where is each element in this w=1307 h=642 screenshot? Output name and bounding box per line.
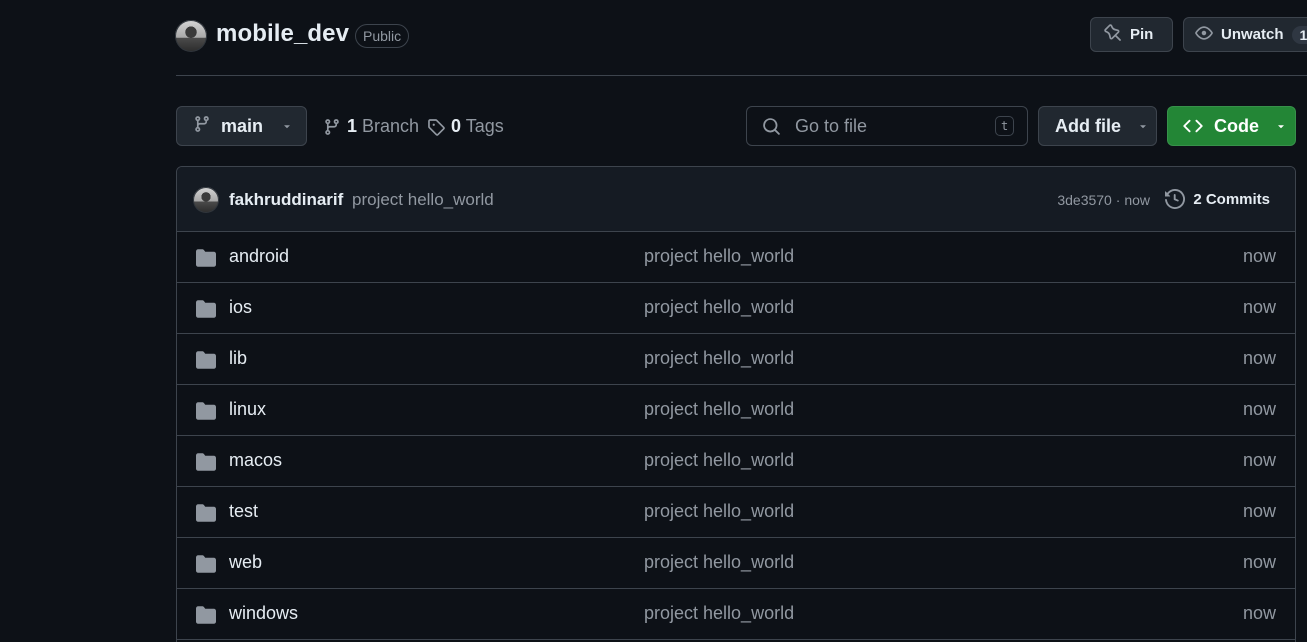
file-commit-message[interactable]: project hello_world (644, 297, 794, 318)
file-name[interactable]: test (229, 501, 258, 522)
branch-selector[interactable]: main (176, 106, 307, 146)
latest-commit-bar: fakhruddinarif project hello_world 3de35… (177, 167, 1295, 232)
file-name[interactable]: android (229, 246, 289, 267)
search-icon (762, 117, 781, 136)
file-commit-message[interactable]: project hello_world (644, 246, 794, 267)
file-name[interactable]: ios (229, 297, 252, 318)
file-table: fakhruddinarif project hello_world 3de35… (176, 166, 1296, 642)
file-commit-time: now (1242, 297, 1276, 317)
owner-avatar[interactable] (175, 20, 207, 52)
file-commit-time: now (1242, 246, 1276, 266)
history-icon (1165, 189, 1186, 209)
folder-icon (196, 350, 216, 375)
tags-link[interactable]: 0 Tags (427, 116, 504, 137)
folder-icon (196, 299, 216, 324)
branches-count: 1 (347, 116, 358, 136)
repo-name[interactable]: mobile_dev (216, 20, 349, 48)
commit-author[interactable]: fakhruddinarif (229, 190, 343, 210)
search-shortcut-key: t (995, 116, 1015, 136)
folder-icon (196, 503, 216, 528)
pin-button[interactable]: Pin (1090, 17, 1173, 52)
file-commit-message[interactable]: project hello_world (644, 450, 794, 471)
git-branch-icon (193, 115, 211, 138)
file-commit-time: now (1242, 399, 1276, 419)
file-commit-time: now (1242, 348, 1276, 368)
code-label: Code (1214, 115, 1259, 136)
folder-icon (196, 248, 216, 273)
eye-icon (1195, 24, 1213, 46)
unwatch-button[interactable]: Unwatch 1 (1183, 17, 1307, 52)
author-avatar[interactable] (193, 187, 219, 213)
pin-icon (1104, 23, 1122, 46)
file-commit-message[interactable]: project hello_world (644, 552, 794, 573)
folder-icon (196, 554, 216, 579)
table-row[interactable]: test project hello_world now (177, 487, 1295, 538)
table-row[interactable]: ios project hello_world now (177, 283, 1295, 334)
file-commit-time: now (1242, 603, 1276, 623)
file-commit-message[interactable]: project hello_world (644, 501, 794, 522)
caret-down-icon (1275, 120, 1287, 132)
table-row[interactable]: macos project hello_world now (177, 436, 1295, 487)
file-name[interactable]: lib (229, 348, 247, 369)
file-commit-message[interactable]: project hello_world (644, 399, 794, 420)
tags-count: 0 (451, 116, 462, 136)
file-commit-time: now (1242, 552, 1276, 572)
code-icon (1183, 116, 1203, 136)
commit-sha[interactable]: 3de3570 (1057, 192, 1112, 208)
unwatch-label: Unwatch (1221, 26, 1284, 43)
file-name[interactable]: web (229, 552, 262, 573)
commits-history-link[interactable]: 2 Commits (1165, 189, 1270, 209)
add-file-button[interactable]: Add file (1038, 106, 1157, 146)
commit-message[interactable]: project hello_world (352, 190, 494, 210)
watch-count: 1 (1291, 25, 1307, 44)
folder-icon (196, 452, 216, 477)
table-row[interactable]: android project hello_world now (177, 232, 1295, 283)
file-commit-time: now (1242, 501, 1276, 521)
branches-label: Branch (362, 116, 420, 136)
table-row[interactable]: lib project hello_world now (177, 334, 1295, 385)
file-commit-message[interactable]: project hello_world (644, 348, 794, 369)
folder-icon (196, 605, 216, 630)
branches-link[interactable]: 1 Branch (323, 116, 419, 137)
file-name[interactable]: macos (229, 450, 282, 471)
table-row[interactable]: windows project hello_world now (177, 589, 1295, 640)
visibility-badge: Public (355, 24, 410, 48)
add-file-label: Add file (1055, 115, 1121, 136)
file-name[interactable]: linux (229, 399, 266, 420)
commit-meta: 3de3570 · now (1057, 192, 1150, 208)
table-row[interactable]: web project hello_world now (177, 538, 1295, 589)
go-to-file-input[interactable] (793, 114, 987, 138)
commits-count-label: 2 Commits (1193, 190, 1270, 208)
commit-time: now (1124, 192, 1150, 208)
branch-name: main (221, 115, 264, 136)
file-commit-time: now (1242, 450, 1276, 470)
caret-down-icon (281, 120, 293, 132)
tag-icon (427, 118, 445, 136)
table-row[interactable]: linux project hello_world now (177, 385, 1295, 436)
header-divider (176, 75, 1307, 76)
caret-down-icon (1137, 120, 1149, 132)
file-name[interactable]: windows (229, 603, 298, 624)
go-to-file-search[interactable]: t (746, 106, 1028, 146)
code-button[interactable]: Code (1167, 106, 1296, 146)
file-list: android project hello_world now ios proj… (177, 232, 1295, 640)
meta-separator: · (1115, 192, 1121, 208)
pin-label: Pin (1130, 26, 1154, 43)
git-branch-icon (323, 118, 341, 136)
folder-icon (196, 401, 216, 426)
file-commit-message[interactable]: project hello_world (644, 603, 794, 624)
tags-label: Tags (465, 116, 504, 136)
